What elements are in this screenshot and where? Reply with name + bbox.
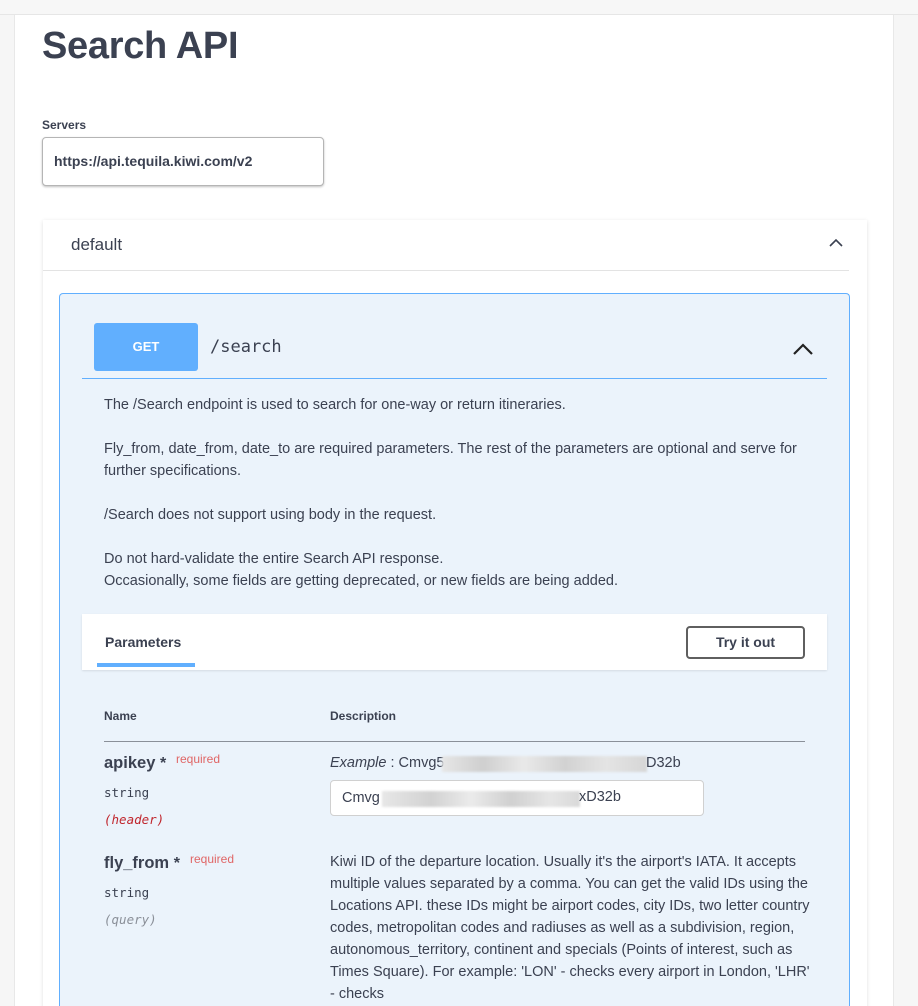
param-location: (header) <box>104 812 165 827</box>
column-header-name: Name <box>104 709 137 723</box>
example-label: Example <box>330 755 387 771</box>
param-name-apikey: apikey * <box>104 754 166 773</box>
param-type: string <box>104 785 150 800</box>
page-title: Search API <box>42 25 239 67</box>
param-name-text: fly_from <box>104 854 170 872</box>
description-line: The /Search endpoint is used to search f… <box>104 397 566 413</box>
param-name-fly-from: fly_from * <box>104 854 180 873</box>
method-badge: GET <box>94 323 198 371</box>
tag-section-default: default GET /search The /Search endpoint… <box>43 220 867 1006</box>
servers-label: Servers <box>42 118 87 132</box>
description-line: Occasionally, some fields are getting de… <box>104 573 618 589</box>
chevron-up-icon[interactable] <box>792 338 814 360</box>
redacted-blur <box>382 791 580 807</box>
description-line: Fly_from, date_from, date_to are require… <box>104 441 797 479</box>
required-label: required <box>176 752 221 766</box>
example-value-start: Cmvg5 <box>398 755 445 771</box>
swagger-page: Search API Servers https://api.tequila.k… <box>14 15 894 1006</box>
table-header-rule <box>104 741 805 742</box>
tag-name: default <box>71 235 123 254</box>
redacted-blur <box>442 756 647 772</box>
operation-block-get-search: GET /search The /Search endpoint is used… <box>59 293 850 1006</box>
description-line: /Search does not support using body in t… <box>104 507 437 523</box>
required-star: * <box>173 855 180 872</box>
param-type: string <box>104 885 150 900</box>
description-line: Do not hard-validate the entire Search A… <box>104 551 444 567</box>
servers-select[interactable]: https://api.tequila.kiwi.com/v2 <box>42 137 324 186</box>
param-name-text: apikey <box>104 754 156 772</box>
required-label: required <box>190 852 235 866</box>
column-header-description: Description <box>330 709 397 723</box>
example-separator: : <box>386 755 399 771</box>
input-value-end: xD32b <box>579 789 621 805</box>
operation-path: /search <box>210 337 282 357</box>
required-star: * <box>159 755 167 772</box>
input-value-start: Cmvg <box>342 790 380 806</box>
tab-parameters[interactable]: Parameters <box>105 634 181 650</box>
tab-active-indicator <box>97 663 195 667</box>
tag-header[interactable]: default <box>43 220 867 271</box>
top-bar <box>0 0 918 15</box>
operation-summary[interactable]: GET /search <box>82 322 827 379</box>
parameters-header: Parameters Try it out <box>82 614 827 670</box>
operation-description: The /Search endpoint is used to search f… <box>104 394 804 614</box>
chevron-up-icon[interactable] <box>828 235 844 251</box>
param-location: (query) <box>104 912 157 927</box>
param-example: Example : Cmvg5 <box>330 755 444 771</box>
tag-divider <box>43 270 849 271</box>
example-value-end: D32b <box>646 755 681 771</box>
try-it-out-button[interactable]: Try it out <box>686 626 805 659</box>
param-description: Kiwi ID of the departure location. Usual… <box>330 854 810 1002</box>
